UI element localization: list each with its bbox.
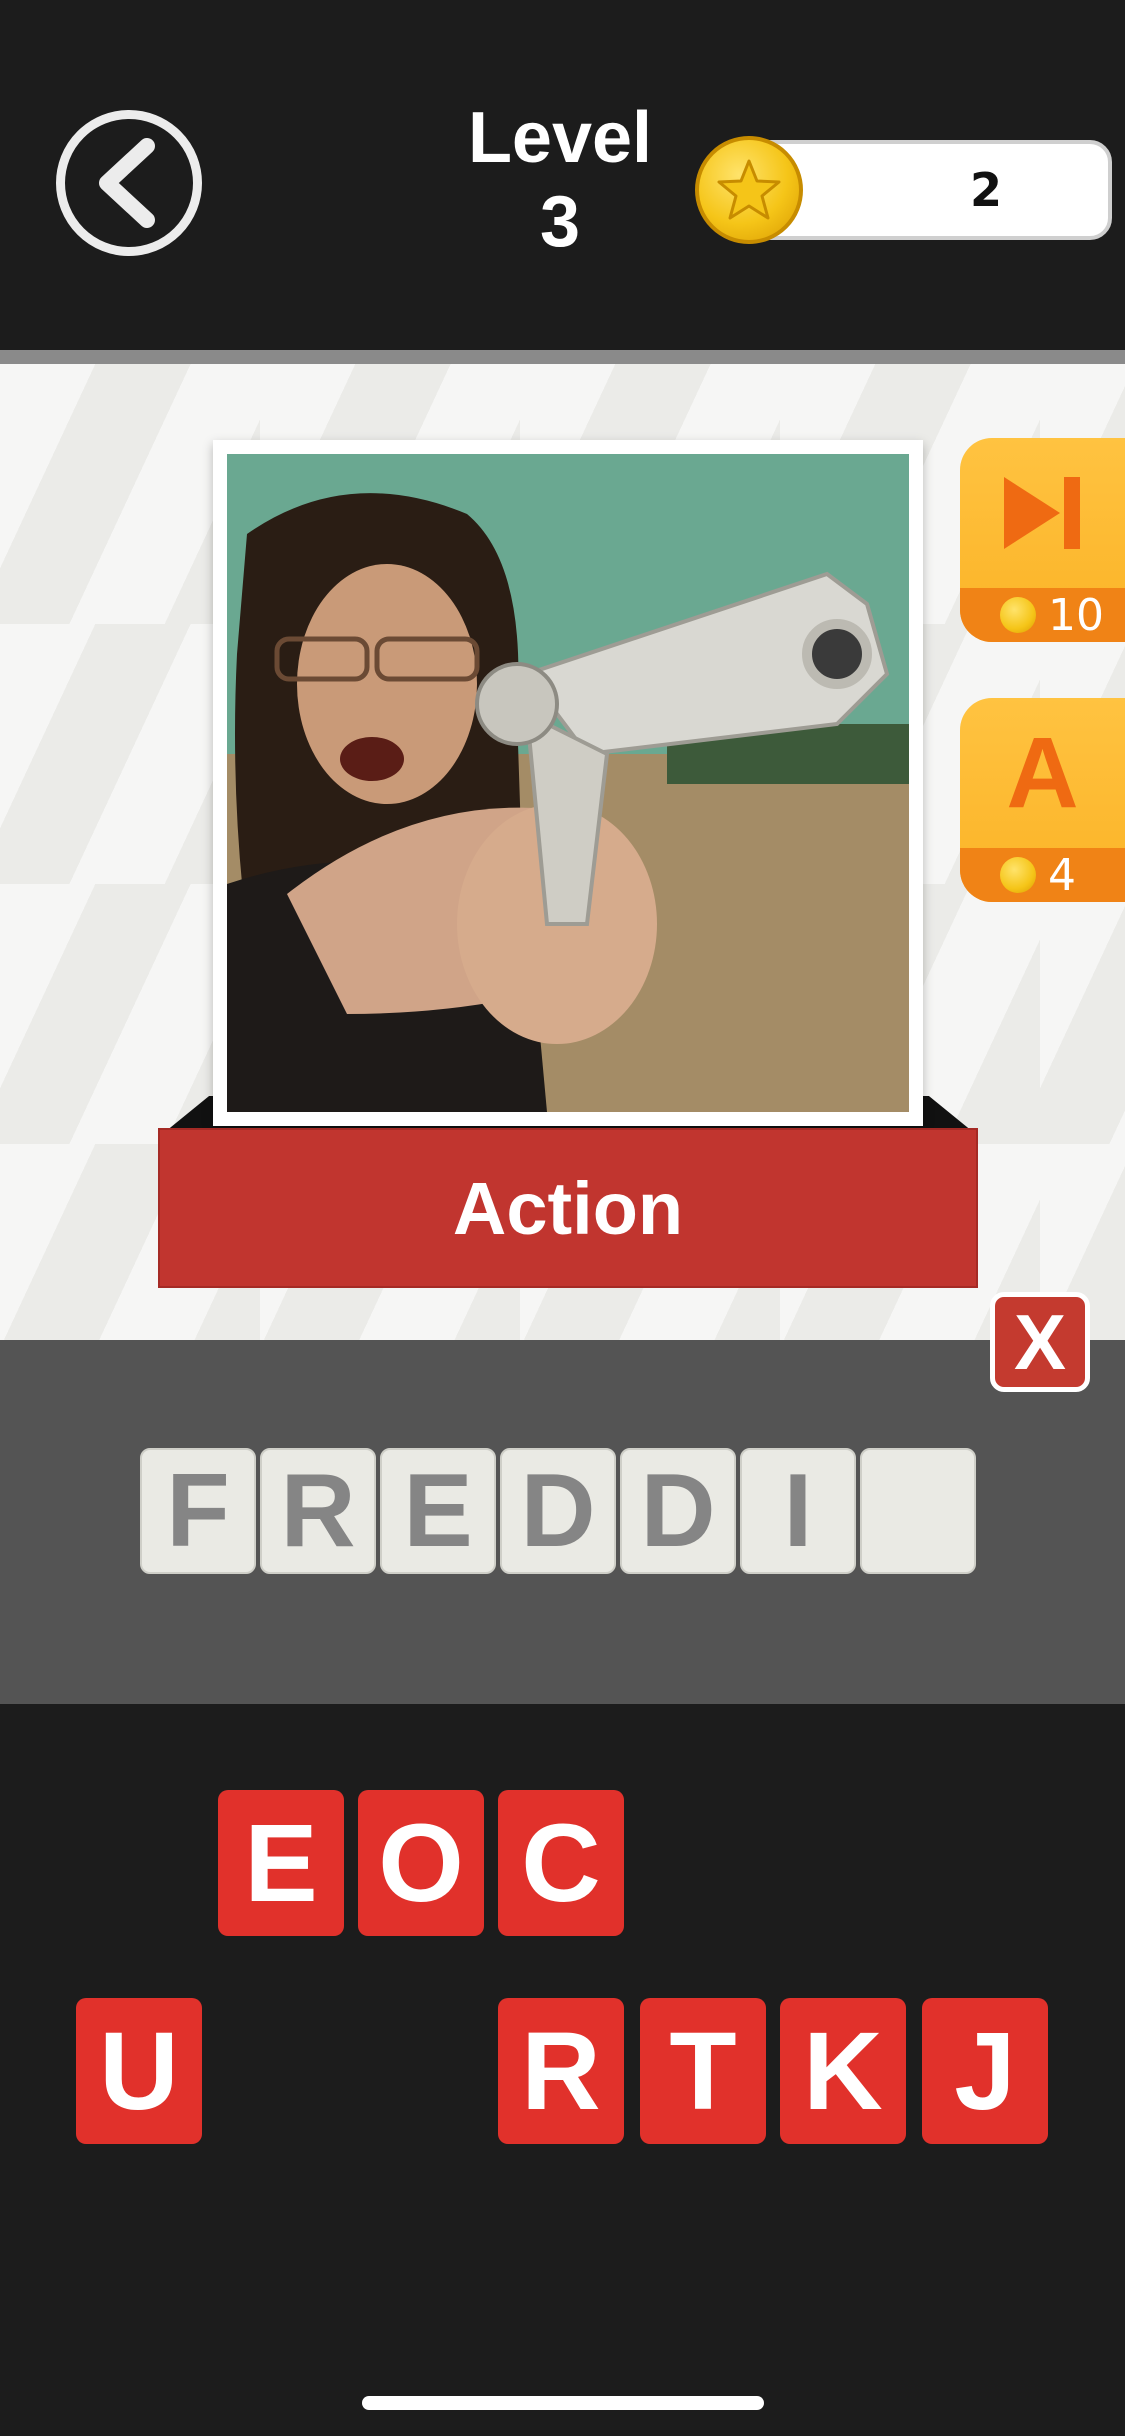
answer-slot[interactable]: D bbox=[500, 1448, 616, 1574]
skip-level-button[interactable]: 10 bbox=[960, 438, 1125, 642]
coin-count: 2 bbox=[969, 163, 1002, 217]
letter-key[interactable]: T bbox=[640, 1998, 766, 2144]
reveal-cost: 4 bbox=[960, 848, 1125, 902]
answer-slot[interactable]: D bbox=[620, 1448, 736, 1574]
reveal-cost-value: 4 bbox=[1048, 849, 1076, 901]
top-bar: Level 3 2 bbox=[0, 0, 1125, 350]
back-button[interactable] bbox=[56, 110, 202, 256]
letter-key[interactable]: U bbox=[76, 1998, 202, 2144]
skip-forward-icon bbox=[960, 438, 1125, 588]
chevron-left-icon bbox=[99, 138, 155, 228]
skip-cost-value: 10 bbox=[1048, 589, 1104, 641]
man-with-revolver-photo bbox=[227, 454, 909, 1112]
letter-key[interactable]: K bbox=[780, 1998, 906, 2144]
letter-a-icon: A bbox=[1006, 716, 1079, 829]
answer-slot[interactable]: R bbox=[260, 1448, 376, 1574]
letter-key[interactable]: R bbox=[498, 1998, 624, 2144]
clear-answer-button[interactable]: X bbox=[990, 1292, 1090, 1392]
answer-slot[interactable]: F bbox=[140, 1448, 256, 1574]
coin-icon bbox=[1000, 597, 1036, 633]
skip-cost: 10 bbox=[960, 588, 1125, 642]
letter-key[interactable]: C bbox=[498, 1790, 624, 1936]
reveal-letter-button[interactable]: A 4 bbox=[960, 698, 1125, 902]
letter-key[interactable]: O bbox=[358, 1790, 484, 1936]
header-divider bbox=[0, 350, 1125, 364]
category-banner: Action bbox=[158, 1128, 978, 1288]
home-indicator[interactable] bbox=[362, 2396, 764, 2410]
coin-icon bbox=[1000, 857, 1036, 893]
letter-key[interactable]: E bbox=[218, 1790, 344, 1936]
level-label: Level bbox=[467, 98, 653, 178]
level-indicator: Level 3 bbox=[430, 96, 690, 264]
answer-slot[interactable] bbox=[860, 1448, 976, 1574]
answer-slot[interactable]: E bbox=[380, 1448, 496, 1574]
answer-slot[interactable]: I bbox=[740, 1448, 856, 1574]
letter-key[interactable]: J bbox=[922, 1998, 1048, 2144]
star-coin-icon bbox=[695, 136, 803, 244]
puzzle-photo-frame bbox=[213, 440, 923, 1126]
level-number: 3 bbox=[539, 182, 581, 262]
